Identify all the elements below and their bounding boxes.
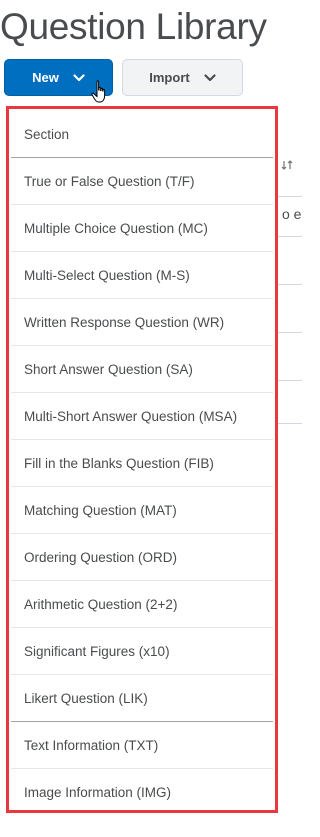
background-divider [278, 236, 302, 237]
page-title: Question Library [0, 6, 267, 47]
hand-pointer-cursor-icon [91, 80, 111, 109]
menu-item-written-response[interactable]: Written Response Question (WR) [11, 299, 273, 346]
background-divider [278, 423, 302, 424]
chevron-down-icon [204, 73, 216, 82]
menu-item-arithmetic[interactable]: Arithmetic Question (2+2) [11, 581, 273, 628]
menu-item-text-information[interactable]: Text Information (TXT) [11, 722, 273, 769]
import-button[interactable]: Import [122, 59, 243, 96]
new-button-label: New [32, 70, 59, 85]
menu-item-multi-select[interactable]: Multi-Select Question (M-S) [11, 252, 273, 299]
menu-item-true-false[interactable]: True or False Question (T/F) [11, 158, 273, 205]
menu-item-multiple-choice[interactable]: Multiple Choice Question (MC) [11, 205, 273, 252]
menu-item-short-answer[interactable]: Short Answer Question (SA) [11, 346, 273, 393]
menu-item-ordering[interactable]: Ordering Question (ORD) [11, 534, 273, 581]
menu-item-significant-figures[interactable]: Significant Figures (x10) [11, 628, 273, 675]
menu-item-fill-in-blanks[interactable]: Fill in the Blanks Question (FIB) [11, 440, 273, 487]
menu-item-likert[interactable]: Likert Question (LIK) [11, 675, 273, 722]
background-divider [278, 380, 302, 381]
menu-item-image-information[interactable]: Image Information (IMG) [11, 769, 273, 816]
background-partial-text: o e [282, 206, 302, 222]
background-divider [278, 284, 302, 285]
menu-item-section[interactable]: Section [11, 111, 273, 158]
menu-item-multi-short-answer[interactable]: Multi-Short Answer Question (MSA) [11, 393, 273, 440]
sort-icon [281, 158, 293, 176]
background-divider [278, 196, 302, 197]
import-button-label: Import [149, 70, 190, 85]
new-item-dropdown-menu: Section True or False Question (T/F) Mul… [6, 106, 278, 813]
chevron-down-icon [73, 73, 85, 82]
background-divider [278, 332, 302, 333]
menu-item-matching[interactable]: Matching Question (MAT) [11, 487, 273, 534]
